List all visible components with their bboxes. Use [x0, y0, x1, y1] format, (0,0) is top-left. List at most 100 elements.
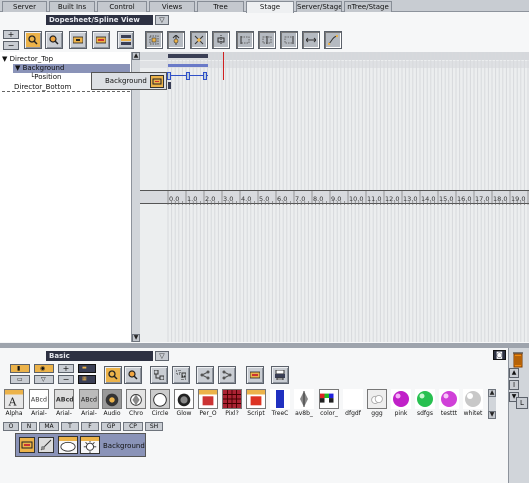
- print-button[interactable]: [271, 366, 289, 384]
- director-track-bar[interactable]: [168, 54, 208, 58]
- add-item-button[interactable]: +: [58, 364, 74, 373]
- library-item-pink[interactable]: pink: [390, 389, 412, 417]
- filter-tab-o[interactable]: O: [3, 422, 19, 431]
- library-item-ggg[interactable]: ggg: [366, 389, 388, 417]
- group-button[interactable]: ◉: [34, 364, 54, 373]
- scroll-up-icon[interactable]: ▲: [509, 368, 519, 378]
- scroll-up-icon[interactable]: ▲: [488, 389, 496, 397]
- channel-view-button[interactable]: [117, 31, 134, 49]
- spline-button[interactable]: [324, 31, 342, 49]
- tab-built-ins[interactable]: Built Ins: [49, 1, 95, 12]
- library-item-chro[interactable]: Chro: [125, 389, 147, 417]
- time-cursor[interactable]: [223, 52, 224, 80]
- tree-expand-button[interactable]: [172, 366, 190, 384]
- tree-layout-icon: [154, 370, 164, 380]
- director-key-button[interactable]: [69, 31, 87, 49]
- scale-key-button[interactable]: [190, 31, 208, 49]
- scroll-down-icon[interactable]: ▼: [132, 334, 140, 342]
- time-ruler[interactable]: 0.0 1.0 2.0 3.0 4.0 5.0 6.0 7.0 8.0 9.0 10.0 11.0 12…: [140, 190, 529, 205]
- icon-view-button[interactable]: ▦: [78, 375, 96, 384]
- library-item-color[interactable]: color_: [318, 389, 340, 417]
- background-track-bar[interactable]: [168, 64, 208, 67]
- filter-tab-f[interactable]: F: [81, 422, 99, 431]
- library-item-audio[interactable]: Audio: [101, 389, 123, 417]
- collapse-all-button[interactable]: −: [3, 41, 19, 50]
- library-item-treec[interactable]: TreeC: [269, 389, 291, 417]
- collapse-triangle-icon[interactable]: ▼: [13, 64, 20, 72]
- zoom-region-button[interactable]: [45, 31, 63, 49]
- stage-item-background[interactable]: Background: [15, 433, 146, 457]
- scroll-up-icon[interactable]: ▲: [132, 52, 140, 60]
- library-item-glow[interactable]: Glow: [173, 389, 195, 417]
- ungroup-button[interactable]: ▽: [34, 375, 54, 384]
- filter-tab-cp[interactable]: CP: [123, 422, 143, 431]
- hierarchy-alt-button[interactable]: [218, 366, 236, 384]
- trash-icon[interactable]: [512, 350, 524, 368]
- library-search-button[interactable]: [124, 366, 142, 384]
- view-large-button[interactable]: ▮: [10, 364, 30, 373]
- stretch-button[interactable]: [302, 31, 320, 49]
- list-view-button[interactable]: ▬: [78, 364, 96, 373]
- tree-layout-button[interactable]: [150, 366, 168, 384]
- collapse-triangle-icon[interactable]: ▼: [2, 55, 7, 63]
- tab-server[interactable]: Server: [2, 1, 47, 12]
- library-item-per-o[interactable]: Per_O: [197, 389, 219, 417]
- tab-views[interactable]: Views: [149, 1, 195, 12]
- scroll-down-icon[interactable]: ▼: [488, 411, 496, 419]
- library-item-label: Circle: [151, 410, 169, 417]
- zoom-in-button[interactable]: [24, 31, 42, 49]
- library-item-sdfgs[interactable]: sdfgs: [414, 389, 436, 417]
- library-options-button[interactable]: ◙: [493, 350, 506, 360]
- tree-scrollbar[interactable]: ▲ ▼: [131, 52, 140, 342]
- library-item-circle[interactable]: Circle: [149, 389, 171, 417]
- tab-ntree-stage[interactable]: nTree/Stage: [344, 1, 392, 12]
- tree-item-position[interactable]: └Position: [30, 73, 61, 82]
- library-item-alpha[interactable]: A Alpha: [3, 389, 25, 417]
- library-zoom-button[interactable]: [104, 366, 122, 384]
- library-dropdown-button[interactable]: ▽: [155, 351, 169, 361]
- ruler-label: 11.0: [367, 195, 381, 203]
- panel-button-i[interactable]: I: [509, 380, 519, 390]
- filter-tab-sh[interactable]: SH: [145, 422, 163, 431]
- tooltip-label: Background: [105, 77, 147, 85]
- align-left-button[interactable]: [236, 31, 254, 49]
- hierarchy-button[interactable]: [196, 366, 214, 384]
- zoom-in-icon: [28, 35, 38, 45]
- select-key-button[interactable]: [145, 31, 163, 49]
- align-center-button[interactable]: [258, 31, 276, 49]
- keyframe[interactable]: [203, 72, 207, 80]
- panel-button-l[interactable]: L: [516, 397, 528, 409]
- tab-tree[interactable]: Tree: [197, 1, 244, 12]
- tree-item-director-top[interactable]: ▼ Director_Top: [2, 55, 53, 64]
- library-item-label: Alpha: [5, 410, 23, 417]
- keyframe[interactable]: [167, 72, 171, 80]
- tab-server-stage[interactable]: Server/Stage: [296, 1, 342, 12]
- expand-all-button[interactable]: +: [3, 30, 19, 39]
- chevron-down-icon: ▽: [159, 352, 165, 360]
- library-item-testtt[interactable]: testtt: [438, 389, 460, 417]
- view-small-button[interactable]: ▭: [10, 375, 30, 384]
- library-item-whitet[interactable]: whitet: [462, 389, 484, 417]
- library-item-arial-2[interactable]: ABcd Arial-: [53, 389, 75, 417]
- library-item-arial-3[interactable]: ABcd Arial-: [78, 389, 100, 417]
- library-item-arial-1[interactable]: ABcd Arial-: [28, 389, 50, 417]
- snap-key-button[interactable]: [212, 31, 230, 49]
- remove-item-button[interactable]: −: [58, 375, 74, 384]
- view-dropdown-button[interactable]: ▽: [155, 15, 169, 25]
- library-item-dfgdf[interactable]: dfgdf: [342, 389, 364, 417]
- keyframe[interactable]: [186, 72, 190, 80]
- container-button[interactable]: [246, 366, 264, 384]
- library-item-pixl[interactable]: Pixl?: [221, 389, 243, 417]
- filter-tab-gp[interactable]: GP: [101, 422, 121, 431]
- tab-control[interactable]: Control: [97, 1, 147, 12]
- align-right-button[interactable]: [280, 31, 298, 49]
- filter-tab-n[interactable]: N: [21, 422, 37, 431]
- library-item-script[interactable]: Script: [245, 389, 267, 417]
- move-key-button[interactable]: [167, 31, 185, 49]
- library-item-av8b[interactable]: av8b_: [293, 389, 315, 417]
- filter-tab-ma[interactable]: MA: [39, 422, 59, 431]
- library-scrollbar[interactable]: ▲ ▼: [488, 389, 496, 419]
- container-key-button[interactable]: [92, 31, 110, 49]
- tab-stage[interactable]: Stage: [246, 1, 294, 13]
- filter-tab-t[interactable]: T: [61, 422, 79, 431]
